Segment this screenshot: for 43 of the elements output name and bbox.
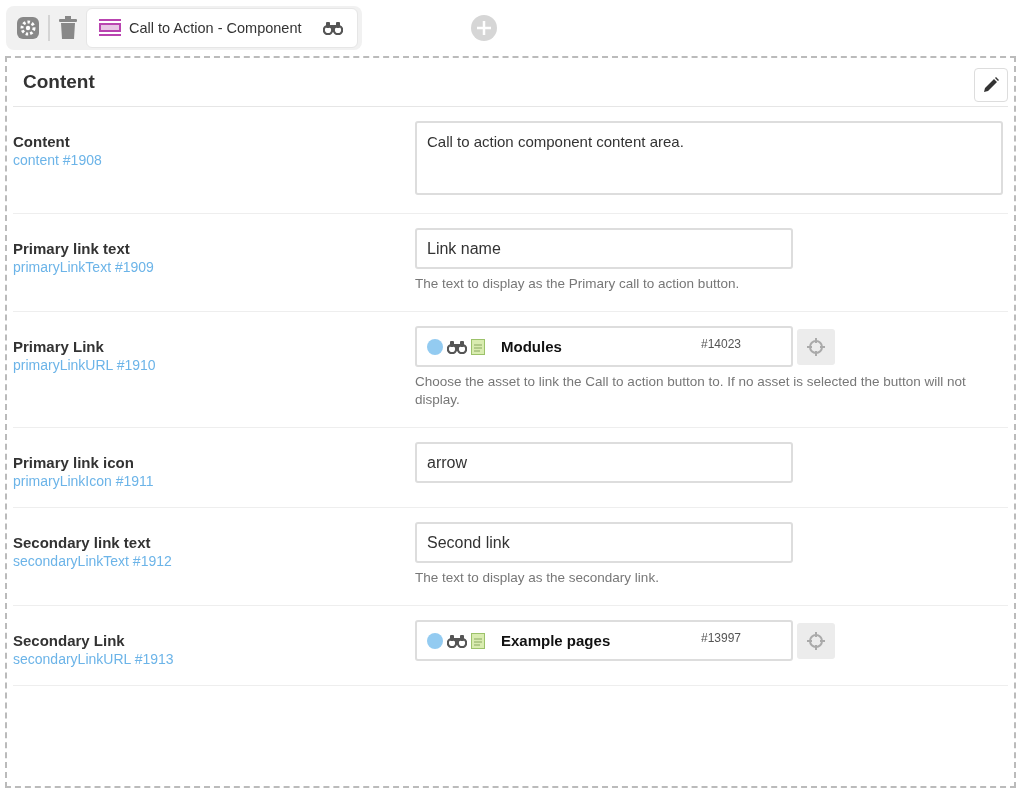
section-title: Content — [23, 71, 95, 93]
text-input[interactable]: Link name — [415, 228, 793, 269]
crosshair-icon — [807, 631, 825, 650]
page-icon — [471, 338, 485, 355]
settings-icon[interactable] — [16, 16, 40, 40]
status-dot-icon — [427, 632, 443, 649]
asset-field[interactable]: Modules #14023 — [415, 326, 793, 367]
binoculars-icon — [447, 633, 467, 648]
page-icon — [471, 632, 485, 649]
help-text: The text to display as the Primary call to action button. — [415, 275, 740, 293]
variable-name: secondaryLinkURL #1913 — [13, 651, 174, 667]
component-tab[interactable]: Call to Action - Component — [86, 8, 359, 48]
asset-picker-button[interactable] — [797, 622, 835, 659]
help-text: The text to display as the secondary link. — [415, 569, 659, 587]
asset-name: Example pages — [501, 632, 612, 649]
text-input[interactable]: Second link — [415, 522, 793, 563]
field-label: Primary link icon — [13, 454, 134, 471]
variable-name: secondaryLinkText #1912 — [13, 553, 172, 569]
text-input[interactable]: arrow — [415, 442, 793, 483]
binoculars-icon — [447, 339, 467, 354]
edit-button[interactable] — [974, 68, 1008, 102]
variable-name: primaryLinkIcon #1911 — [13, 473, 154, 489]
help-text: Choose the asset to link the Call to action button to. If no asset is selected the button will not display. — [415, 373, 967, 409]
variable-name: content #1908 — [13, 152, 102, 168]
variable-name: primaryLinkText #1909 — [13, 259, 154, 275]
status-dot-icon — [427, 338, 443, 355]
field-label: Secondary link text — [13, 534, 151, 551]
asset-field[interactable]: Example pages #13997 — [415, 620, 793, 661]
trash-icon[interactable] — [58, 16, 78, 40]
asset-picker-button[interactable] — [797, 328, 835, 365]
binoculars-icon — [323, 21, 344, 35]
pencil-icon — [983, 77, 999, 93]
asset-id: #13997 — [701, 630, 742, 645]
variable-name: primaryLinkURL #1910 — [13, 357, 156, 373]
crosshair-icon — [807, 337, 825, 356]
field-label: Secondary Link — [13, 632, 125, 649]
field-label: Primary Link — [13, 338, 104, 355]
asset-id: #14023 — [701, 336, 742, 351]
content-textarea[interactable]: Call to action component content area. — [415, 121, 1003, 195]
field-label: Primary link text — [13, 240, 130, 257]
layout-icon — [99, 19, 121, 37]
asset-name: Modules — [501, 338, 563, 355]
field-label: Content — [13, 133, 70, 150]
